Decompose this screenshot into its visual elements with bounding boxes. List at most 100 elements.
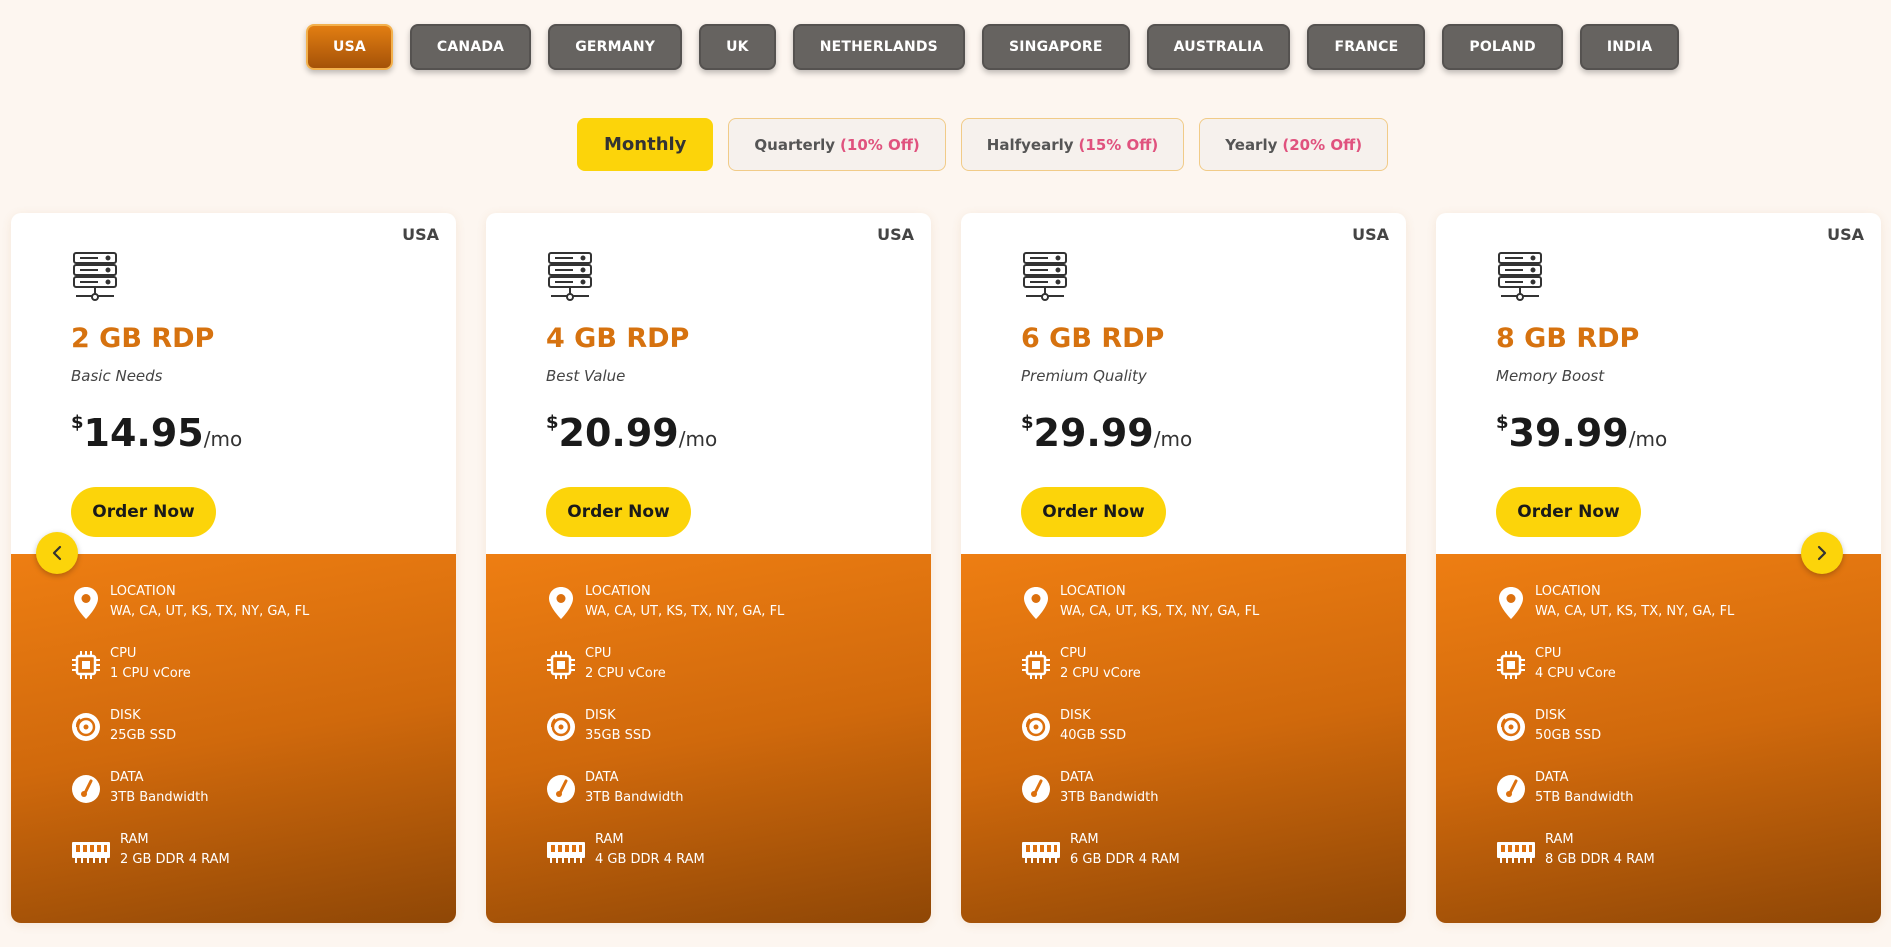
carousel-next-button[interactable] — [1801, 532, 1843, 574]
plan-tagline: Basic Needs — [71, 367, 163, 385]
price-currency: $ — [1496, 412, 1509, 433]
spec-text: RAM 2 GB DDR 4 RAM — [120, 830, 230, 870]
spec-label: CPU — [1060, 646, 1087, 661]
order-now-button[interactable]: Order Now — [546, 487, 691, 537]
gauge-icon — [1021, 772, 1051, 806]
plan-specs: LOCATION WA, CA, UT, KS, TX, NY, GA, FL … — [961, 554, 1406, 923]
spec-row: LOCATION WA, CA, UT, KS, TX, NY, GA, FL — [1436, 584, 1881, 648]
order-now-button[interactable]: Order Now — [71, 487, 216, 537]
tab-uk[interactable]: UK — [699, 24, 776, 70]
spec-text: LOCATION WA, CA, UT, KS, TX, NY, GA, FL — [585, 582, 784, 622]
spec-label: RAM — [1070, 832, 1099, 847]
spec-text: DISK 25GB SSD — [110, 706, 176, 746]
price-amount: 14.95 — [83, 411, 204, 455]
server-icon — [1497, 251, 1543, 303]
billing-monthly-button[interactable]: Monthly — [577, 118, 714, 171]
spec-label: LOCATION — [1535, 584, 1601, 599]
spec-row: DISK 35GB SSD — [486, 708, 931, 772]
spec-label: CPU — [110, 646, 137, 661]
spec-text: DISK 40GB SSD — [1060, 706, 1126, 746]
spec-value: 3TB Bandwidth — [110, 790, 209, 805]
location-pin-icon — [71, 586, 101, 620]
plan-name: 2 GB RDP — [71, 323, 215, 354]
server-icon — [547, 251, 593, 303]
order-now-button[interactable]: Order Now — [1496, 487, 1641, 537]
spec-label: RAM — [120, 832, 149, 847]
spec-value: WA, CA, UT, KS, TX, NY, GA, FL — [1060, 604, 1260, 619]
tab-india[interactable]: INDIA — [1579, 24, 1680, 70]
plan-price: $29.99/mo — [1021, 411, 1192, 455]
spec-value: 4 GB DDR 4 RAM — [595, 852, 705, 867]
spec-row: DISK 40GB SSD — [961, 708, 1406, 772]
spec-value: 3TB Bandwidth — [585, 790, 684, 805]
discount-label: (15% Off) — [1078, 135, 1159, 154]
spec-text: LOCATION WA, CA, UT, KS, TX, NY, GA, FL — [110, 582, 309, 622]
tab-australia[interactable]: AUSTRALIA — [1146, 24, 1291, 70]
cpu-icon — [1021, 648, 1051, 682]
billing-halfyearly-button[interactable]: Halfyearly (15% Off) — [960, 118, 1185, 171]
price-period: /mo — [203, 427, 243, 451]
spec-label: LOCATION — [110, 584, 176, 599]
discount-label: (10% Off) — [840, 135, 920, 154]
spec-label: DATA — [1535, 770, 1569, 785]
disk-icon — [1021, 710, 1051, 744]
spec-label: RAM — [595, 832, 624, 847]
plan-name: 4 GB RDP — [546, 323, 690, 354]
tab-usa[interactable]: USA — [306, 24, 393, 70]
spec-row: LOCATION WA, CA, UT, KS, TX, NY, GA, FL — [961, 584, 1406, 648]
spec-row: CPU 4 CPU vCore — [1436, 646, 1881, 710]
spec-text: CPU 1 CPU vCore — [110, 644, 191, 684]
spec-value: 2 CPU vCore — [585, 666, 666, 681]
disk-icon — [546, 710, 576, 744]
location-pin-icon — [1496, 586, 1526, 620]
spec-row: LOCATION WA, CA, UT, KS, TX, NY, GA, FL — [11, 584, 456, 648]
spec-label: DATA — [1060, 770, 1094, 785]
tab-france[interactable]: FRANCE — [1307, 24, 1426, 70]
spec-text: CPU 2 CPU vCore — [585, 644, 666, 684]
price-amount: 20.99 — [558, 411, 679, 455]
spec-label: LOCATION — [1060, 584, 1126, 599]
spec-row: CPU 2 CPU vCore — [486, 646, 931, 710]
spec-label: RAM — [1545, 832, 1574, 847]
price-period: /mo — [678, 427, 718, 451]
cpu-icon — [546, 648, 576, 682]
spec-row: RAM 4 GB DDR 4 RAM — [486, 832, 931, 896]
spec-value: 4 CPU vCore — [1535, 666, 1616, 681]
tab-poland[interactable]: POLAND — [1442, 24, 1563, 70]
billing-label: Quarterly — [754, 135, 836, 154]
billing-yearly-button[interactable]: Yearly (20% Off) — [1199, 118, 1389, 171]
spec-value: 2 GB DDR 4 RAM — [120, 852, 230, 867]
spec-row: CPU 2 CPU vCore — [961, 646, 1406, 710]
tab-germany[interactable]: GERMANY — [548, 24, 683, 70]
spec-text: RAM 8 GB DDR 4 RAM — [1545, 830, 1655, 870]
spec-label: CPU — [585, 646, 612, 661]
cpu-icon — [71, 648, 101, 682]
plan-price: $39.99/mo — [1496, 411, 1667, 455]
price-amount: 29.99 — [1033, 411, 1154, 455]
ram-icon — [1021, 834, 1061, 868]
spec-value: WA, CA, UT, KS, TX, NY, GA, FL — [1535, 604, 1735, 619]
spec-text: CPU 4 CPU vCore — [1535, 644, 1616, 684]
ram-icon — [71, 834, 111, 868]
billing-label: Halfyearly — [986, 135, 1074, 154]
carousel-prev-button[interactable] — [36, 532, 78, 574]
spec-row: LOCATION WA, CA, UT, KS, TX, NY, GA, FL — [486, 584, 931, 648]
price-currency: $ — [71, 412, 84, 433]
order-now-button[interactable]: Order Now — [1021, 487, 1166, 537]
discount-label: (20% Off) — [1282, 135, 1363, 154]
plan-tagline: Best Value — [546, 367, 626, 385]
tab-canada[interactable]: CANADA — [409, 24, 532, 70]
tab-singapore[interactable]: SINGAPORE — [981, 24, 1130, 70]
spec-text: CPU 2 CPU vCore — [1060, 644, 1141, 684]
billing-quarterly-button[interactable]: Quarterly (10% Off) — [728, 118, 946, 171]
price-currency: $ — [546, 412, 559, 433]
spec-row: RAM 8 GB DDR 4 RAM — [1436, 832, 1881, 896]
spec-value: 50GB SSD — [1535, 728, 1602, 743]
plan-name: 6 GB RDP — [1021, 323, 1165, 354]
card-country-label: USA — [1352, 225, 1389, 244]
spec-value: WA, CA, UT, KS, TX, NY, GA, FL — [110, 604, 310, 619]
tab-netherlands[interactable]: NETHERLANDS — [792, 24, 965, 70]
card-country-label: USA — [402, 225, 439, 244]
spec-text: LOCATION WA, CA, UT, KS, TX, NY, GA, FL — [1060, 582, 1259, 622]
disk-icon — [71, 710, 101, 744]
